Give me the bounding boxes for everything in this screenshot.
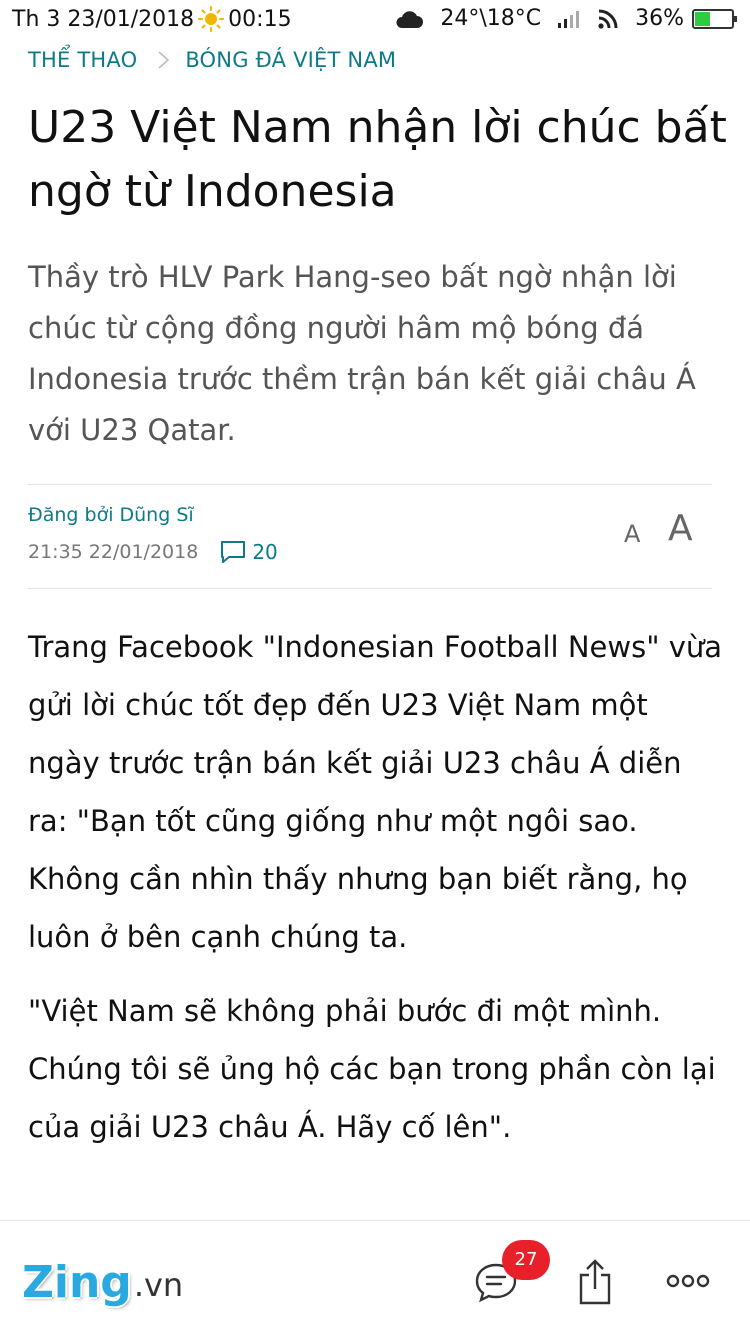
logo-suffix: .vn (133, 1266, 184, 1304)
zing-logo[interactable]: Zing .vn (22, 1253, 183, 1309)
article-body: Trang Facebook "Indonesian Football News… (28, 618, 728, 1172)
status-date: Th 3 23/01/2018 (12, 6, 195, 32)
comments-badge: 27 (502, 1240, 550, 1280)
battery-icon (692, 8, 737, 29)
wifi-icon (598, 9, 618, 29)
comment-count: 20 (252, 540, 278, 564)
article-title: U23 Việt Nam nhận lời chúc bất ngờ từ In… (28, 102, 727, 217)
status-time: 00:15 (228, 6, 292, 32)
divider (28, 588, 712, 589)
sun-icon (198, 6, 225, 32)
bottom-toolbar: Zing .vn (0, 1220, 750, 1335)
comment-count-link[interactable]: 20 (220, 540, 278, 564)
breadcrumb: THỂ THAO BÓNG ĐÁ VIỆT NAM (28, 44, 396, 76)
breadcrumb-subsection[interactable]: BÓNG ĐÁ VIỆT NAM (185, 48, 396, 72)
comment-icon (221, 541, 246, 563)
share-icon[interactable] (578, 1259, 612, 1305)
article-lead: Thầy trò HLV Park Hang-seo bất ngờ nhận … (28, 260, 696, 447)
article-paragraph: "Việt Nam sẽ không phải bước đi một mình… (28, 994, 716, 1144)
font-decrease-button[interactable]: A (624, 520, 640, 548)
status-weather: 24°\18°C (440, 6, 542, 31)
more-icon[interactable] (666, 1273, 710, 1289)
status-bar: Th 3 23/01/2018 00:15 24°\18°C 36% (0, 0, 750, 42)
article-meta: 21:35 22/01/2018 20 (28, 540, 278, 564)
logo-main: Zing (22, 1257, 132, 1308)
breadcrumb-section[interactable]: THỂ THAO (28, 48, 137, 72)
divider (28, 484, 712, 485)
cloud-icon (396, 10, 424, 28)
article-paragraph: Trang Facebook "Indonesian Football News… (28, 630, 723, 954)
article-author[interactable]: Đăng bởi Dũng Sĩ (28, 504, 194, 526)
signal-icon (558, 10, 580, 28)
article-timestamp: 21:35 22/01/2018 (28, 541, 199, 563)
status-battery: 36% (635, 6, 684, 31)
font-increase-button[interactable]: A (668, 508, 693, 549)
chevron-right-icon (158, 51, 170, 69)
